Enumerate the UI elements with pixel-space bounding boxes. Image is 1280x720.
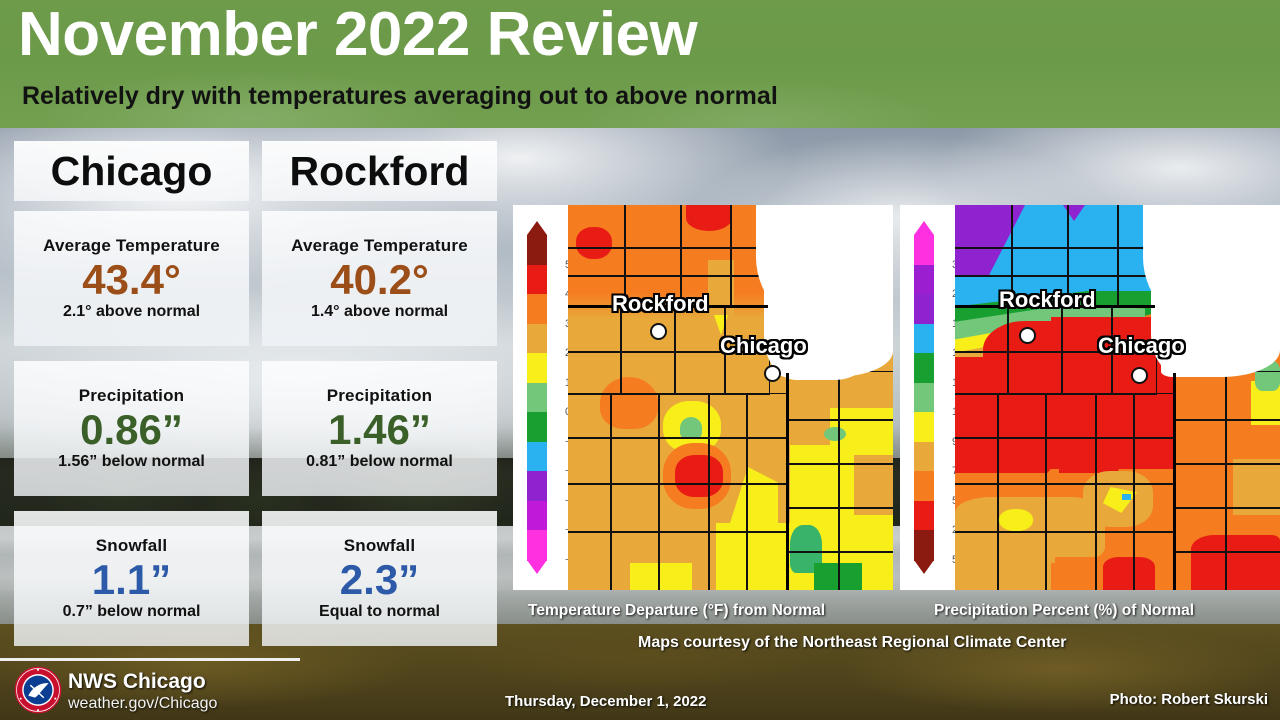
temperature-map-panel: Rockford Chicago [568, 205, 893, 590]
stat-label: Snowfall [343, 535, 416, 555]
city-header-rockford: Rockford [262, 141, 497, 201]
map-label-chicago: Chicago [720, 333, 807, 358]
precipitation-colorbar: 300200150130110100907050255 [900, 205, 970, 590]
colorbar-segment [527, 530, 547, 561]
map-marker-chicago [764, 365, 781, 382]
precipitation-map-panel: Rockford Chicago [955, 205, 1280, 590]
colorbar-segment [914, 294, 934, 325]
colorbar-segment [914, 412, 934, 443]
colorbar-segment [527, 441, 547, 472]
stat-note: 1.56” below normal [58, 453, 205, 471]
map-label-chicago: Chicago [1098, 333, 1185, 358]
colorbar-segment [914, 353, 934, 384]
stat-value: 40.2° [330, 255, 429, 303]
city-name-rockford: Rockford [289, 147, 470, 194]
maps-courtesy-note: Maps courtesy of the Northeast Regional … [638, 634, 1067, 651]
colorbar-segment [914, 235, 934, 266]
issue-date: Thursday, December 1, 2022 [505, 693, 707, 710]
map-marker-rockford [650, 323, 667, 340]
state-boundary [1173, 373, 1176, 590]
stat-label: Average Temperature [291, 235, 468, 255]
stat-label: Snowfall [95, 535, 168, 555]
colorbar-bottom-arrow [527, 560, 547, 574]
stat-card-chicago-precipitation: Precipitation 0.86” 1.56” below normal [14, 361, 249, 496]
colorbar-segment [527, 471, 547, 502]
stat-note: 0.81” below normal [306, 453, 453, 471]
map-marker-rockford [1019, 327, 1036, 344]
temperature-colorbar: 543210−1−2−3−4−5 [513, 205, 578, 590]
photo-credit: Photo: Robert Skurski [1109, 691, 1268, 708]
stat-value: 2.3” [339, 555, 420, 603]
stat-note: 0.7” below normal [62, 603, 201, 621]
footer-divider [0, 658, 300, 661]
stat-note: 1.4° above normal [310, 303, 449, 321]
map-marker-chicago [1131, 367, 1148, 384]
colorbar-segment [914, 471, 934, 502]
colorbar-segment [914, 323, 934, 354]
colorbar-segment [914, 441, 934, 472]
stat-card-rockford-precipitation: Precipitation 1.46” 0.81” below normal [262, 361, 497, 496]
colorbar-segment [914, 264, 934, 295]
precipitation-map-caption: Precipitation Percent (%) of Normal [934, 602, 1195, 619]
colorbar-segment [527, 353, 547, 384]
page-title: November 2022 Review [18, 0, 698, 69]
colorbar-segment [914, 500, 934, 532]
precipitation-map-figure: 300200150130110100907050255 [900, 205, 1280, 590]
colorbar-segment [914, 530, 934, 561]
colorbar-segment [527, 500, 547, 532]
temperature-map-figure: 543210−1−2−3−4−5 [513, 205, 893, 590]
stat-label: Precipitation [326, 385, 433, 405]
stat-note: Equal to normal [319, 603, 440, 621]
colorbar-segment [914, 382, 934, 413]
stat-label: Precipitation [78, 385, 185, 405]
temperature-map-caption: Temperature Departure (°F) from Normal [528, 602, 826, 619]
stat-value: 1.46” [328, 405, 431, 453]
stat-value: 0.86” [80, 405, 183, 453]
stat-card-rockford-temperature: Average Temperature 40.2° 1.4° above nor… [262, 211, 497, 346]
colorbar-segment [527, 382, 547, 413]
map-label-rockford: Rockford [612, 291, 709, 316]
infographic-root: November 2022 Review Relatively dry with… [0, 0, 1280, 720]
nws-office-name: NWS Chicago [68, 670, 206, 693]
colorbar-top-arrow [527, 221, 547, 235]
state-boundary [786, 373, 789, 590]
stat-value: 43.4° [82, 255, 181, 303]
stat-note: 2.1° above normal [62, 303, 201, 321]
colorbar-segment [527, 323, 547, 354]
colorbar-segment [527, 294, 547, 325]
colorbar-segment [527, 264, 547, 295]
colorbar-segment [527, 412, 547, 443]
stat-card-rockford-snowfall: Snowfall 2.3” Equal to normal [262, 511, 497, 646]
colorbar-segment [527, 235, 547, 266]
city-header-chicago: Chicago [14, 141, 249, 201]
city-name-chicago: Chicago [50, 147, 213, 194]
colorbar-bottom-arrow [914, 560, 934, 574]
stat-card-chicago-temperature: Average Temperature 43.4° 2.1° above nor… [14, 211, 249, 346]
header-banner: November 2022 Review Relatively dry with… [0, 0, 1280, 128]
nws-logo [14, 666, 62, 714]
nws-website-url: weather.gov/Chicago [68, 695, 218, 712]
map-label-rockford: Rockford [999, 287, 1096, 312]
stat-value: 1.1” [91, 555, 172, 603]
stat-card-chicago-snowfall: Snowfall 1.1” 0.7” below normal [14, 511, 249, 646]
stat-label: Average Temperature [43, 235, 220, 255]
page-subtitle: Relatively dry with temperatures averagi… [22, 82, 778, 110]
colorbar-top-arrow [914, 221, 934, 235]
